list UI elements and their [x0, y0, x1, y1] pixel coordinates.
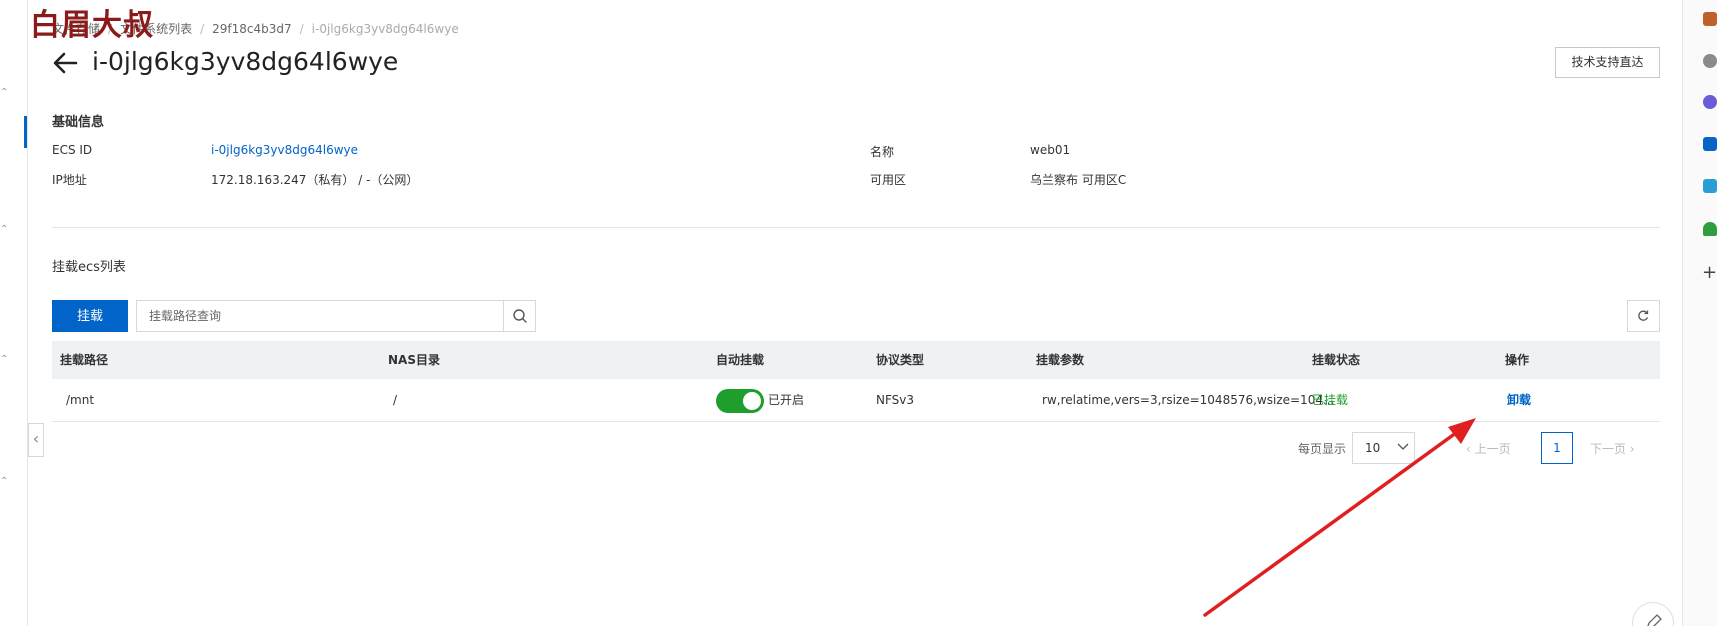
nav-chevron-icon[interactable]: ⌃	[0, 477, 10, 487]
nas-dir-cell: /	[393, 393, 398, 407]
column-header-auto-mount: 自动挂载	[716, 353, 765, 367]
search-icon	[513, 309, 527, 323]
breadcrumb-separator: /	[200, 22, 205, 36]
tech-support-button[interactable]: 技术支持直达	[1555, 47, 1660, 78]
mount-button[interactable]: 挂载	[52, 300, 128, 332]
zone-value: 乌兰察布 可用区C	[1030, 173, 1127, 187]
breadcrumb-separator: /	[299, 22, 304, 36]
refresh-button[interactable]	[1627, 300, 1660, 332]
right-app-bar: +	[1682, 0, 1717, 626]
column-header-params: 挂载参数	[1036, 353, 1085, 367]
table-row: /mnt / 已开启 NFSv3 rw,relatime,vers=3,rsiz…	[52, 379, 1660, 422]
ecs-id-link[interactable]: i-0jlg6kg3yv8dg64l6wye	[211, 143, 358, 157]
unmount-link[interactable]: 卸载	[1507, 379, 1531, 422]
outlook-icon[interactable]	[1703, 137, 1717, 151]
nav-chevron-icon[interactable]: ⌃	[0, 225, 10, 235]
toggle-knob	[743, 392, 761, 410]
section-divider	[52, 227, 1660, 228]
page-root: ⌃ ⌃ ⌃ ⌃ ‹ + 白眉大叔 文件存储 / 文件系统列表/29f18c4b3d7…	[0, 0, 1717, 626]
breadcrumb-item[interactable]: 29f18c4b3d7	[212, 22, 292, 36]
chevron-right-icon: ›	[1626, 442, 1635, 456]
column-header-nas-dir: NAS目录	[388, 353, 440, 367]
chevron-left-icon: ‹	[1466, 442, 1475, 456]
zone-label: 可用区	[870, 173, 907, 187]
edit-fab-button[interactable]	[1632, 602, 1674, 626]
per-page-label: 每页显示	[1298, 442, 1347, 456]
pencil-icon	[1647, 614, 1662, 626]
column-header-protocol: 协议类型	[876, 353, 925, 367]
back-arrow-icon[interactable]	[52, 50, 78, 76]
left-nav: ⌃ ⌃ ⌃ ⌃	[0, 0, 28, 626]
column-header-mount-path: 挂载路径	[60, 353, 109, 367]
prev-page-label: 上一页	[1474, 442, 1511, 456]
ecs-id-label: ECS ID	[52, 143, 93, 157]
column-header-status: 挂载状态	[1312, 353, 1361, 367]
nav-chevron-icon[interactable]: ⌃	[0, 355, 10, 365]
breadcrumb-current: i-0jlg6kg3yv8dg64l6wye	[311, 22, 459, 36]
refresh-icon	[1638, 310, 1649, 321]
mount-list-heading: 挂载ecs列表	[52, 260, 126, 275]
nav-active-indicator	[24, 116, 27, 148]
table-header: 挂载路径 NAS目录 自动挂载 协议类型 挂载参数 挂载状态 操作	[52, 341, 1660, 379]
params-cell: rw,relatime,vers=3,rsize=1048576,wsize=1…	[1042, 393, 1335, 407]
ip-address-label: IP地址	[52, 173, 87, 187]
ip-address-value: 172.18.163.247（私有） / -（公网）	[211, 173, 419, 187]
page-number-current[interactable]: 1	[1541, 432, 1573, 464]
tree-icon[interactable]	[1703, 222, 1717, 236]
status-badge: 已挂载	[1312, 393, 1349, 407]
next-page-label: 下一页	[1590, 442, 1627, 456]
search-box	[136, 300, 536, 332]
page-title: i-0jlg6kg3yv8dg64l6wye	[92, 47, 399, 76]
add-icon[interactable]: +	[1702, 264, 1717, 282]
name-label: 名称	[870, 145, 895, 159]
name-value: web01	[1030, 143, 1071, 157]
people-icon[interactable]	[1703, 54, 1717, 68]
prev-page-button[interactable]: ‹ 上一页	[1466, 440, 1511, 457]
protocol-cell: NFSv3	[876, 393, 915, 407]
page-size-value: 10	[1365, 441, 1381, 455]
basic-info-heading: 基础信息	[52, 115, 105, 130]
briefcase-icon[interactable]	[1703, 12, 1717, 26]
watermark-logo: 白眉大叔	[30, 8, 154, 43]
mount-table: 挂载路径 NAS目录 自动挂载 协议类型 挂载参数 挂载状态 操作 /mnt /…	[52, 341, 1660, 422]
auto-mount-toggle[interactable]	[716, 389, 764, 413]
chevron-down-icon	[1397, 443, 1409, 450]
column-header-action: 操作	[1505, 353, 1530, 367]
page-size-select[interactable]: 10	[1352, 432, 1415, 464]
copilot-icon[interactable]	[1703, 95, 1717, 109]
mount-path-search-input[interactable]	[137, 301, 502, 331]
sidebar-collapse-button[interactable]: ‹	[28, 423, 44, 457]
send-icon[interactable]	[1703, 179, 1717, 193]
nav-chevron-icon[interactable]: ⌃	[0, 88, 10, 98]
search-button[interactable]	[503, 301, 535, 331]
auto-mount-label: 已开启	[768, 393, 805, 407]
next-page-button[interactable]: 下一页 ›	[1590, 440, 1635, 457]
mount-path-cell: /mnt	[66, 393, 95, 407]
